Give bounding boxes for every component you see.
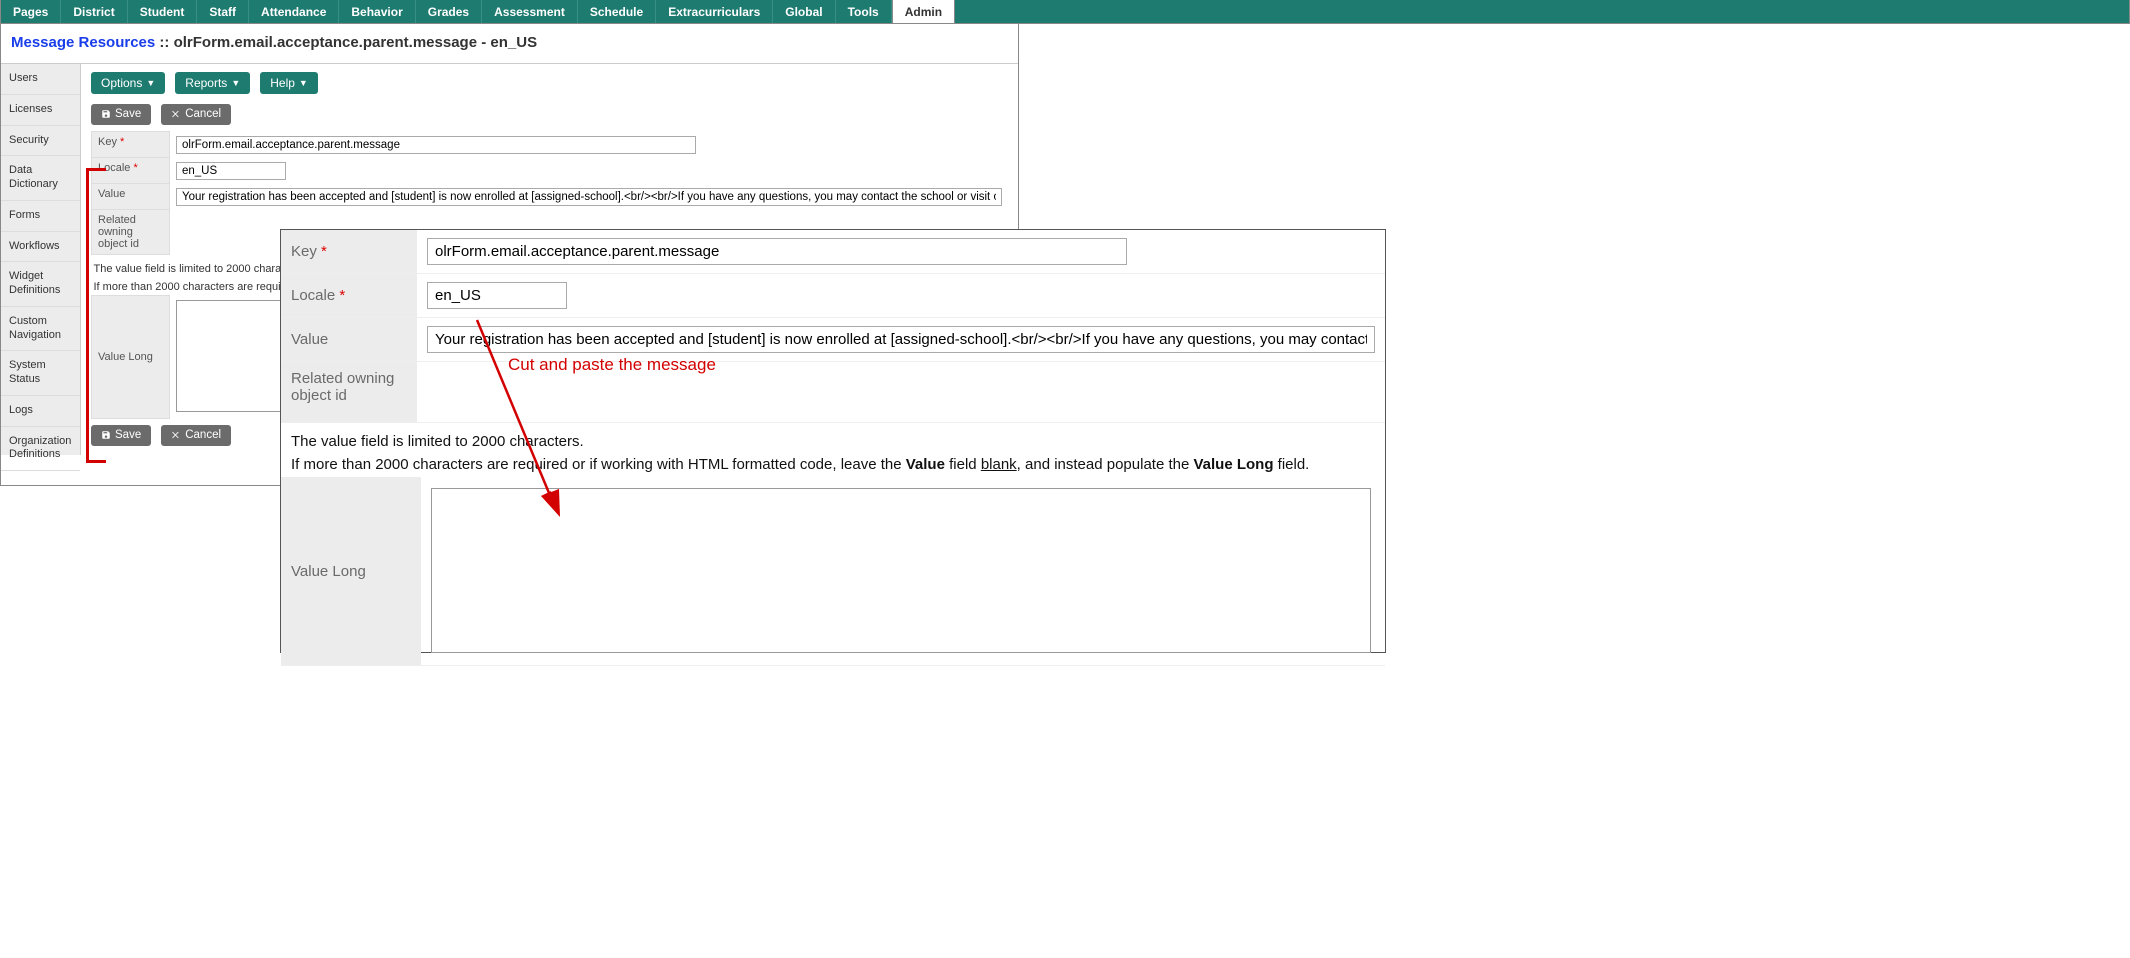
save-label: Save <box>115 108 141 120</box>
zoom-locale-input[interactable] <box>427 282 567 309</box>
zoom-locale-label: Locale * <box>281 274 417 318</box>
save-icon <box>101 109 111 119</box>
sidenav-item-widget-definitions[interactable]: Widget Definitions <box>1 262 80 307</box>
topnav-tab-grades[interactable]: Grades <box>416 0 482 23</box>
cancel-button[interactable]: Cancel <box>161 104 231 125</box>
top-nav: PagesDistrictStudentStaffAttendanceBehav… <box>0 0 2130 24</box>
key-input[interactable] <box>176 136 696 154</box>
zoom-hint-2: If more than 2000 characters are require… <box>281 454 1385 477</box>
key-label: Key * <box>92 132 170 158</box>
sidenav-item-forms[interactable]: Forms <box>1 201 80 232</box>
side-nav: UsersLicensesSecurityData DictionaryForm… <box>1 64 81 455</box>
chevron-down-icon: ▼ <box>231 78 240 88</box>
topnav-tab-admin[interactable]: Admin <box>892 0 955 23</box>
topnav-tab-pages[interactable]: Pages <box>1 0 61 23</box>
close-icon <box>171 430 181 440</box>
sidenav-item-users[interactable]: Users <box>1 64 80 95</box>
zoom-hint-1: The value field is limited to 2000 chara… <box>281 423 1385 454</box>
sidenav-item-workflows[interactable]: Workflows <box>1 232 80 263</box>
reports-button[interactable]: Reports ▼ <box>175 72 250 94</box>
zoom-key-input[interactable] <box>427 238 1127 265</box>
reports-label: Reports <box>185 76 227 90</box>
chevron-down-icon: ▼ <box>299 78 308 88</box>
zoom-value-label: Value <box>281 318 417 362</box>
cancel-label: Cancel <box>185 108 221 120</box>
options-label: Options <box>101 76 142 90</box>
breadcrumb-root-link[interactable]: Message Resources <box>11 34 155 51</box>
save-label: Save <box>115 429 141 441</box>
close-icon <box>171 109 181 119</box>
topnav-tab-behavior[interactable]: Behavior <box>339 0 415 23</box>
chevron-down-icon: ▼ <box>146 78 155 88</box>
topnav-tab-global[interactable]: Global <box>773 0 835 23</box>
annotation-bracket <box>86 168 106 463</box>
sidenav-item-security[interactable]: Security <box>1 126 80 157</box>
topnav-tab-extracurriculars[interactable]: Extracurriculars <box>656 0 773 23</box>
sidenav-item-data-dictionary[interactable]: Data Dictionary <box>1 156 80 201</box>
annotation-arrow <box>469 320 579 530</box>
breadcrumb-current: olrForm.email.acceptance.parent.message … <box>174 34 537 51</box>
help-label: Help <box>270 76 295 90</box>
sidenav-item-system-status[interactable]: System Status <box>1 351 80 396</box>
locale-input[interactable] <box>176 162 286 180</box>
sidenav-item-organization-definitions[interactable]: Organization Definitions <box>1 427 80 472</box>
topnav-tab-student[interactable]: Student <box>128 0 198 23</box>
topnav-tab-tools[interactable]: Tools <box>836 0 892 23</box>
topnav-tab-staff[interactable]: Staff <box>197 0 249 23</box>
save-button[interactable]: Save <box>91 104 151 125</box>
cancel-label: Cancel <box>185 429 221 441</box>
topnav-tab-assessment[interactable]: Assessment <box>482 0 578 23</box>
zoom-overlay: Key * Locale * Value Related owning obje… <box>280 229 1386 653</box>
zoom-related-label: Related owning object id <box>281 362 417 423</box>
sidenav-item-logs[interactable]: Logs <box>1 396 80 427</box>
breadcrumb: Message Resources :: olrForm.email.accep… <box>1 24 1018 64</box>
zoom-key-label: Key * <box>281 230 417 274</box>
topnav-tab-schedule[interactable]: Schedule <box>578 0 656 23</box>
sidenav-item-custom-navigation[interactable]: Custom Navigation <box>1 307 80 352</box>
topnav-tab-district[interactable]: District <box>61 0 127 23</box>
zoom-form-table: Key * Locale * Value Related owning obje… <box>281 230 1385 423</box>
topnav-tab-attendance[interactable]: Attendance <box>249 0 339 23</box>
action-row-top: Save Cancel <box>91 104 1008 125</box>
zoom-value-long-row: Value Long <box>281 477 1385 666</box>
toolbar: Options ▼ Reports ▼ Help ▼ <box>91 72 1008 94</box>
sidenav-item-licenses[interactable]: Licenses <box>1 95 80 126</box>
options-button[interactable]: Options ▼ <box>91 72 165 94</box>
value-input[interactable] <box>176 188 1002 206</box>
zoom-value-long-label: Value Long <box>281 477 421 666</box>
breadcrumb-sep: :: <box>159 34 173 51</box>
cancel-button[interactable]: Cancel <box>161 425 231 446</box>
help-button[interactable]: Help ▼ <box>260 72 318 94</box>
